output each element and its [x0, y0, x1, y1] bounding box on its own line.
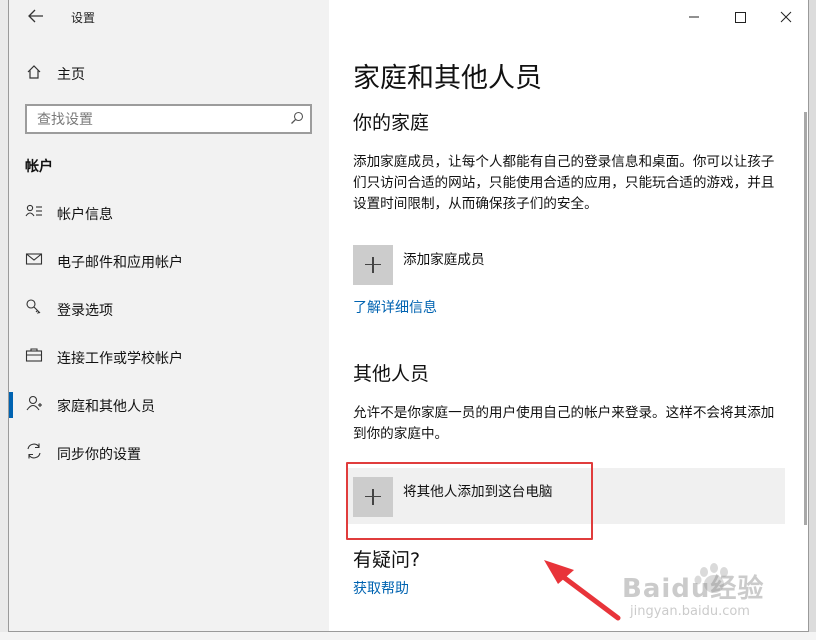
- nav-item-sign-in-options[interactable]: 登录选项: [25, 298, 315, 322]
- nav-item-label: 家庭和其他人员: [57, 399, 155, 415]
- nav-item-label: 电子邮件和应用帐户: [57, 255, 183, 271]
- family-heading: 你的家庭: [353, 112, 430, 134]
- key-icon: [25, 298, 43, 316]
- sync-icon: [25, 442, 43, 460]
- background-window-edge: [0, 0, 8, 640]
- learn-more-link[interactable]: 了解详细信息: [353, 297, 437, 317]
- app-title: 设置: [71, 11, 96, 25]
- screen: 设置 主页 帐户: [0, 0, 816, 640]
- add-family-member-label: 添加家庭成员: [403, 252, 485, 268]
- account-info-icon: [25, 202, 43, 220]
- nav-item-label: 同步你的设置: [57, 447, 141, 463]
- add-other-user-button[interactable]: 将其他人添加到这台电脑: [347, 468, 785, 524]
- close-button[interactable]: [763, 4, 809, 30]
- mail-icon: [25, 250, 43, 268]
- plus-icon: [353, 245, 393, 285]
- family-description: 添加家庭成员，让每个人都能有自己的登录信息和桌面。你可以让孩子们只访问合适的网站…: [353, 154, 775, 212]
- minimize-icon: [689, 16, 699, 18]
- nav-home[interactable]: 主页: [25, 63, 305, 85]
- help-heading: 有疑问?: [353, 549, 421, 571]
- close-icon: [780, 11, 792, 23]
- nav-item-label: 登录选项: [57, 303, 113, 319]
- scrollbar[interactable]: [804, 112, 807, 525]
- add-other-user-label: 将其他人添加到这台电脑: [403, 484, 553, 500]
- nav-item-label: 连接工作或学校帐户: [57, 351, 183, 367]
- back-button[interactable]: [27, 8, 55, 26]
- background-window-edge-right: [809, 0, 816, 640]
- nav-item-family-others[interactable]: 家庭和其他人员: [9, 392, 315, 418]
- maximize-button[interactable]: [717, 4, 763, 30]
- nav-item-work-school[interactable]: 连接工作或学校帐户: [25, 346, 315, 370]
- back-arrow-icon: [28, 9, 43, 23]
- settings-window: 设置 主页 帐户: [8, 0, 809, 632]
- main-content: 家庭和其他人员 你的家庭 添加家庭成员，让每个人都能有自己的登录信息和桌面。你可…: [329, 0, 808, 631]
- page-title: 家庭和其他人员: [353, 63, 542, 94]
- annotation-arrow-icon: [544, 560, 621, 621]
- home-icon: [25, 63, 43, 81]
- nav-item-account-info[interactable]: 帐户信息: [25, 202, 315, 226]
- search-box[interactable]: [25, 104, 312, 134]
- nav-item-sync-settings[interactable]: 同步你的设置: [25, 442, 315, 466]
- nav-item-email-accounts[interactable]: 电子邮件和应用帐户: [25, 250, 315, 274]
- briefcase-icon: [25, 346, 43, 364]
- others-description: 允许不是你家庭一员的用户使用自己的帐户来登录。这样不会将其添加到你的家庭中。: [353, 405, 775, 442]
- section-label-accounts: 帐户: [25, 159, 53, 175]
- maximize-icon: [735, 12, 746, 23]
- search-icon: [291, 111, 304, 124]
- get-help-link[interactable]: 获取帮助: [353, 578, 409, 598]
- nav-item-label: 帐户信息: [57, 207, 113, 223]
- add-family-member-button[interactable]: 添加家庭成员: [347, 236, 785, 292]
- search-input[interactable]: [35, 109, 279, 131]
- nav-home-label: 主页: [57, 67, 85, 83]
- person-icon: [25, 394, 43, 412]
- minimize-button[interactable]: [671, 4, 717, 30]
- background-window-edge-bottom: [0, 632, 816, 640]
- plus-icon: [353, 477, 393, 517]
- sidebar: 设置 主页 帐户: [9, 0, 329, 631]
- others-heading: 其他人员: [353, 363, 430, 385]
